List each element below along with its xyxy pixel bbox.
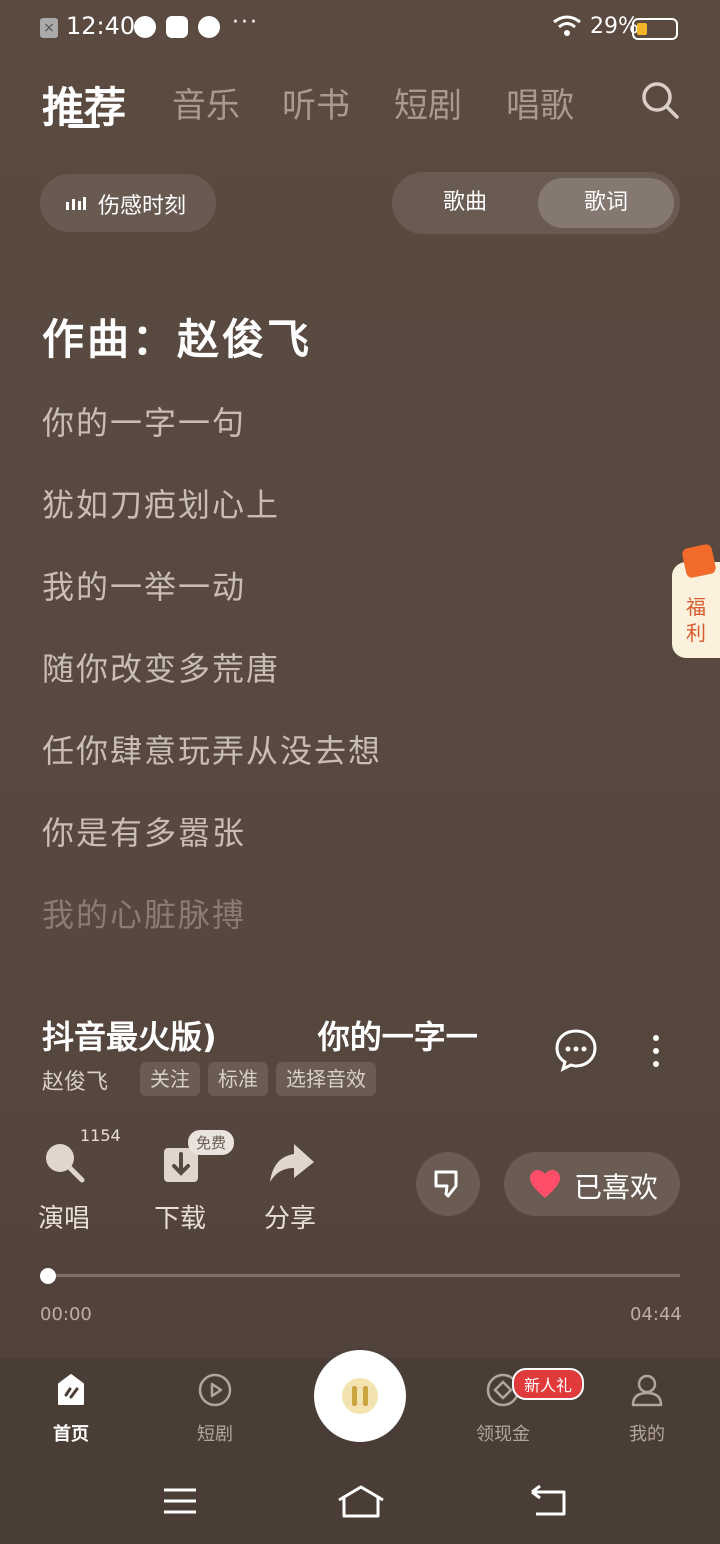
sing-count: 1154 [80, 1126, 121, 1145]
mood-chip-label: 伤感时刻 [98, 194, 187, 219]
wifi-icon [553, 15, 581, 36]
nav-cash-label: 领现金 [476, 1424, 530, 1445]
follow-button[interactable]: 关注 [140, 1062, 200, 1096]
play-notification-icon [166, 16, 188, 38]
lyric-line: 你的一字一句 [42, 404, 247, 442]
lyric-line: 随你改变多荒唐 [42, 650, 281, 688]
fan-notification-icon [198, 16, 220, 38]
toggle-song[interactable]: 歌曲 [392, 172, 538, 234]
video-icon [198, 1373, 232, 1407]
lyric-line: 你是有多嚣张 [42, 814, 247, 852]
newbie-gift-badge: 新人礼 [512, 1368, 585, 1400]
free-badge: 免费 [188, 1130, 235, 1155]
nav-home-label: 首页 [53, 1424, 89, 1445]
status-time: 12:40 [66, 12, 136, 40]
total-time: 04:44 [630, 1304, 682, 1325]
menu-icon[interactable] [162, 1486, 198, 1516]
status-bar: × 12:40 ··· 29% [0, 0, 720, 58]
notification-close-icon: × [40, 18, 58, 38]
battery-icon [632, 18, 678, 40]
song-lyrics-toggle: 歌曲 歌词 [392, 172, 680, 234]
dislike-button[interactable] [416, 1152, 480, 1216]
song-title-part: 抖音最火版) [42, 1018, 217, 1056]
tab-audiobook[interactable]: 听书 [282, 78, 350, 127]
search-icon[interactable] [640, 80, 680, 120]
home-system-icon[interactable] [336, 1484, 386, 1520]
lyric-line: 我的心脏脉搏 [42, 896, 247, 934]
nav-profile[interactable]: 我的 [592, 1370, 702, 1450]
sing-label: 演唱 [38, 1204, 91, 1234]
download-label: 下载 [154, 1204, 207, 1234]
progress-knob[interactable] [40, 1268, 56, 1284]
nav-home[interactable]: 首页 [16, 1370, 126, 1450]
nav-short-drama-label: 短剧 [197, 1424, 233, 1445]
share-button[interactable]: 分享 [256, 1138, 326, 1238]
current-time: 00:00 [40, 1304, 92, 1325]
more-options-icon[interactable] [646, 1032, 666, 1072]
liked-label: 已喜欢 [574, 1171, 659, 1204]
nav-profile-label: 我的 [629, 1424, 665, 1445]
heart-icon [530, 1170, 560, 1198]
thumbs-down-icon [434, 1170, 458, 1198]
tab-karaoke[interactable]: 唱歌 [506, 78, 574, 127]
nav-short-drama[interactable]: 短剧 [160, 1370, 270, 1450]
home-icon [58, 1374, 84, 1405]
quality-button[interactable]: 标准 [208, 1062, 268, 1096]
back-icon[interactable] [528, 1484, 570, 1518]
user-icon [631, 1374, 663, 1407]
lyric-line: 任你肆意玩弄从没去想 [42, 732, 383, 770]
progress-track[interactable] [48, 1274, 680, 1277]
share-label: 分享 [264, 1204, 317, 1234]
sound-effect-button[interactable]: 选择音效 [276, 1062, 376, 1096]
system-nav-bar [0, 1458, 720, 1544]
artist-name[interactable]: 赵俊飞 [42, 1064, 108, 1096]
gift-icon [681, 543, 717, 579]
equalizer-icon [66, 197, 86, 210]
tab-music[interactable]: 音乐 [172, 78, 240, 127]
welfare-badge[interactable]: 福利 [672, 543, 720, 658]
play-pause-button[interactable] [314, 1350, 406, 1442]
mood-chip[interactable]: 伤感时刻 [40, 174, 216, 232]
tab-short-drama[interactable]: 短剧 [394, 78, 462, 127]
lyric-line: 犹如刀疤划心上 [42, 486, 281, 524]
pause-icon [342, 1378, 378, 1414]
song-title-marquee[interactable]: 抖音最火版) 你的一字一 [42, 1012, 512, 1056]
lyric-line: 我的一举一动 [42, 568, 247, 606]
active-tab-indicator [68, 124, 100, 128]
welfare-label: 福利 [686, 595, 706, 645]
liked-button[interactable]: 已喜欢 [504, 1152, 680, 1216]
battery-fill [637, 23, 647, 35]
lyric-current-line: 作曲：赵俊飞 [42, 315, 313, 364]
song-title-part: 你的一字一 [317, 1018, 478, 1056]
comment-icon[interactable] [554, 1028, 598, 1072]
app-notification-icon [134, 16, 156, 38]
toggle-lyrics[interactable]: 歌词 [538, 178, 674, 228]
microphone-icon [46, 1144, 85, 1183]
share-icon [270, 1144, 314, 1182]
sing-button[interactable]: 演唱 [28, 1138, 98, 1238]
more-notifications-icon: ··· [232, 10, 259, 35]
